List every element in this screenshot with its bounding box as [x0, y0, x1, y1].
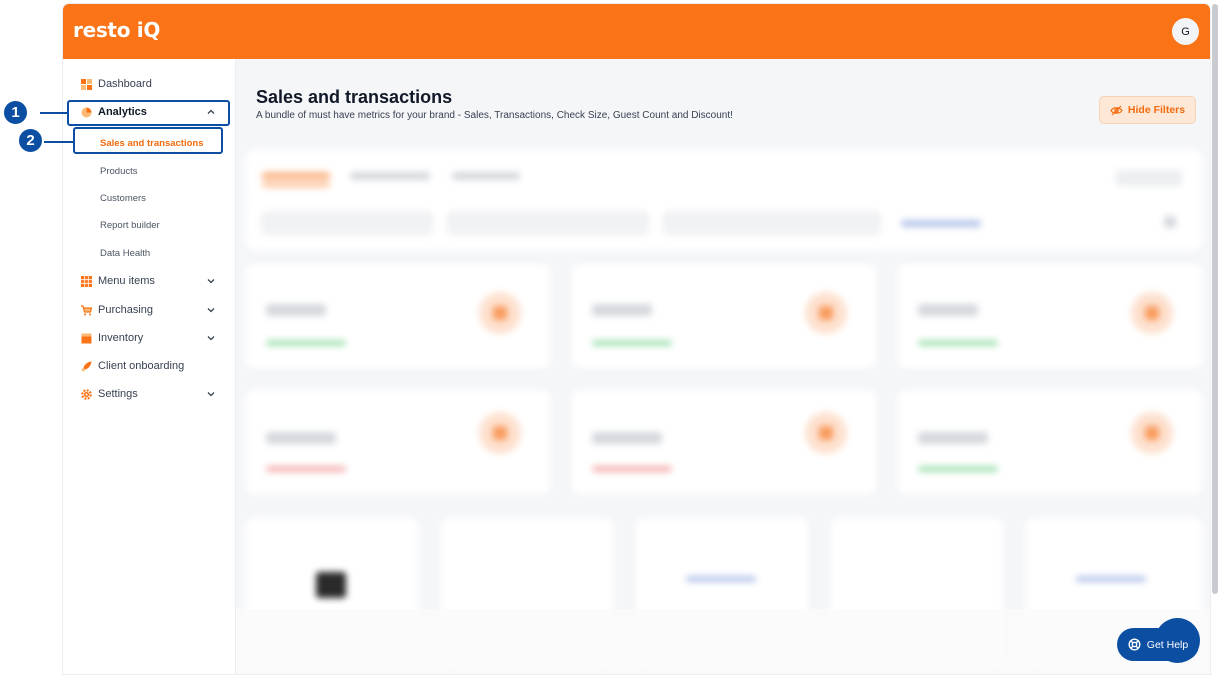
- cart-icon: [81, 304, 92, 316]
- analytics-highlight-box: [67, 100, 230, 126]
- page-scrollbar[interactable]: [1212, 4, 1218, 594]
- sidebar-subitem-report-builder[interactable]: Report builder: [100, 218, 160, 234]
- filters-card: [246, 150, 1202, 250]
- callout-1-leader: [40, 112, 68, 114]
- lifebuoy-icon: [1128, 638, 1141, 651]
- blurred-dashboard-content: [236, 144, 1210, 674]
- grid-icon: [81, 275, 92, 287]
- box-icon: [81, 333, 92, 344]
- page-subtitle: A bundle of must have metrics for your b…: [256, 110, 733, 121]
- gear-icon: [81, 388, 92, 400]
- callout-2-badge: 2: [17, 127, 44, 154]
- chevron-down-icon[interactable]: [207, 306, 215, 314]
- rocket-icon: [81, 361, 92, 372]
- sidebar-item-label: Menu items: [98, 275, 155, 287]
- chevron-down-icon[interactable]: [207, 334, 215, 342]
- app-window: resto iQ G Dashboard Analytics Sales and…: [63, 4, 1210, 674]
- sidebar-subitem-customers[interactable]: Customers: [100, 191, 146, 207]
- sidebar-subitem-products[interactable]: Products: [100, 164, 138, 180]
- chevron-down-icon[interactable]: [207, 390, 215, 398]
- sidebar-item-inventory[interactable]: Inventory: [63, 325, 236, 351]
- callout-1-badge: 1: [2, 99, 29, 126]
- sales-and-transactions-highlight-box: [73, 127, 223, 154]
- top-header: resto iQ G: [63, 4, 1210, 59]
- get-help-button[interactable]: Get Help: [1117, 628, 1199, 661]
- sidebar-item-client-onboarding[interactable]: Client onboarding: [63, 353, 236, 379]
- hide-filters-button[interactable]: Hide Filters: [1099, 96, 1196, 124]
- hide-filters-label: Hide Filters: [1127, 104, 1186, 116]
- sidebar-item-menu-items[interactable]: Menu items: [63, 268, 236, 294]
- callout-2-leader: [44, 141, 74, 143]
- sidebar-item-label: Inventory: [98, 332, 144, 344]
- sidebar-item-settings[interactable]: Settings: [63, 381, 236, 407]
- sidebar-item-label: Settings: [98, 388, 138, 400]
- sidebar-subitem-data-health[interactable]: Data Health: [100, 246, 150, 262]
- chevron-down-icon[interactable]: [207, 277, 215, 285]
- sidebar-item-label: Client onboarding: [98, 360, 185, 372]
- page-title: Sales and transactions: [256, 87, 453, 107]
- get-help-label: Get Help: [1146, 638, 1189, 651]
- bottom-fade-overlay: [236, 609, 1210, 674]
- sidebar-item-purchasing[interactable]: Purchasing: [63, 297, 236, 323]
- sidebar-item-label: Dashboard: [98, 78, 152, 90]
- user-avatar[interactable]: G: [1172, 18, 1199, 45]
- eye-off-icon: [1110, 105, 1123, 115]
- sidebar-item-label: Purchasing: [98, 304, 154, 316]
- dashboard-icon: [81, 78, 92, 90]
- sidebar-item-dashboard[interactable]: Dashboard: [63, 71, 236, 97]
- logo[interactable]: resto iQ: [73, 18, 160, 42]
